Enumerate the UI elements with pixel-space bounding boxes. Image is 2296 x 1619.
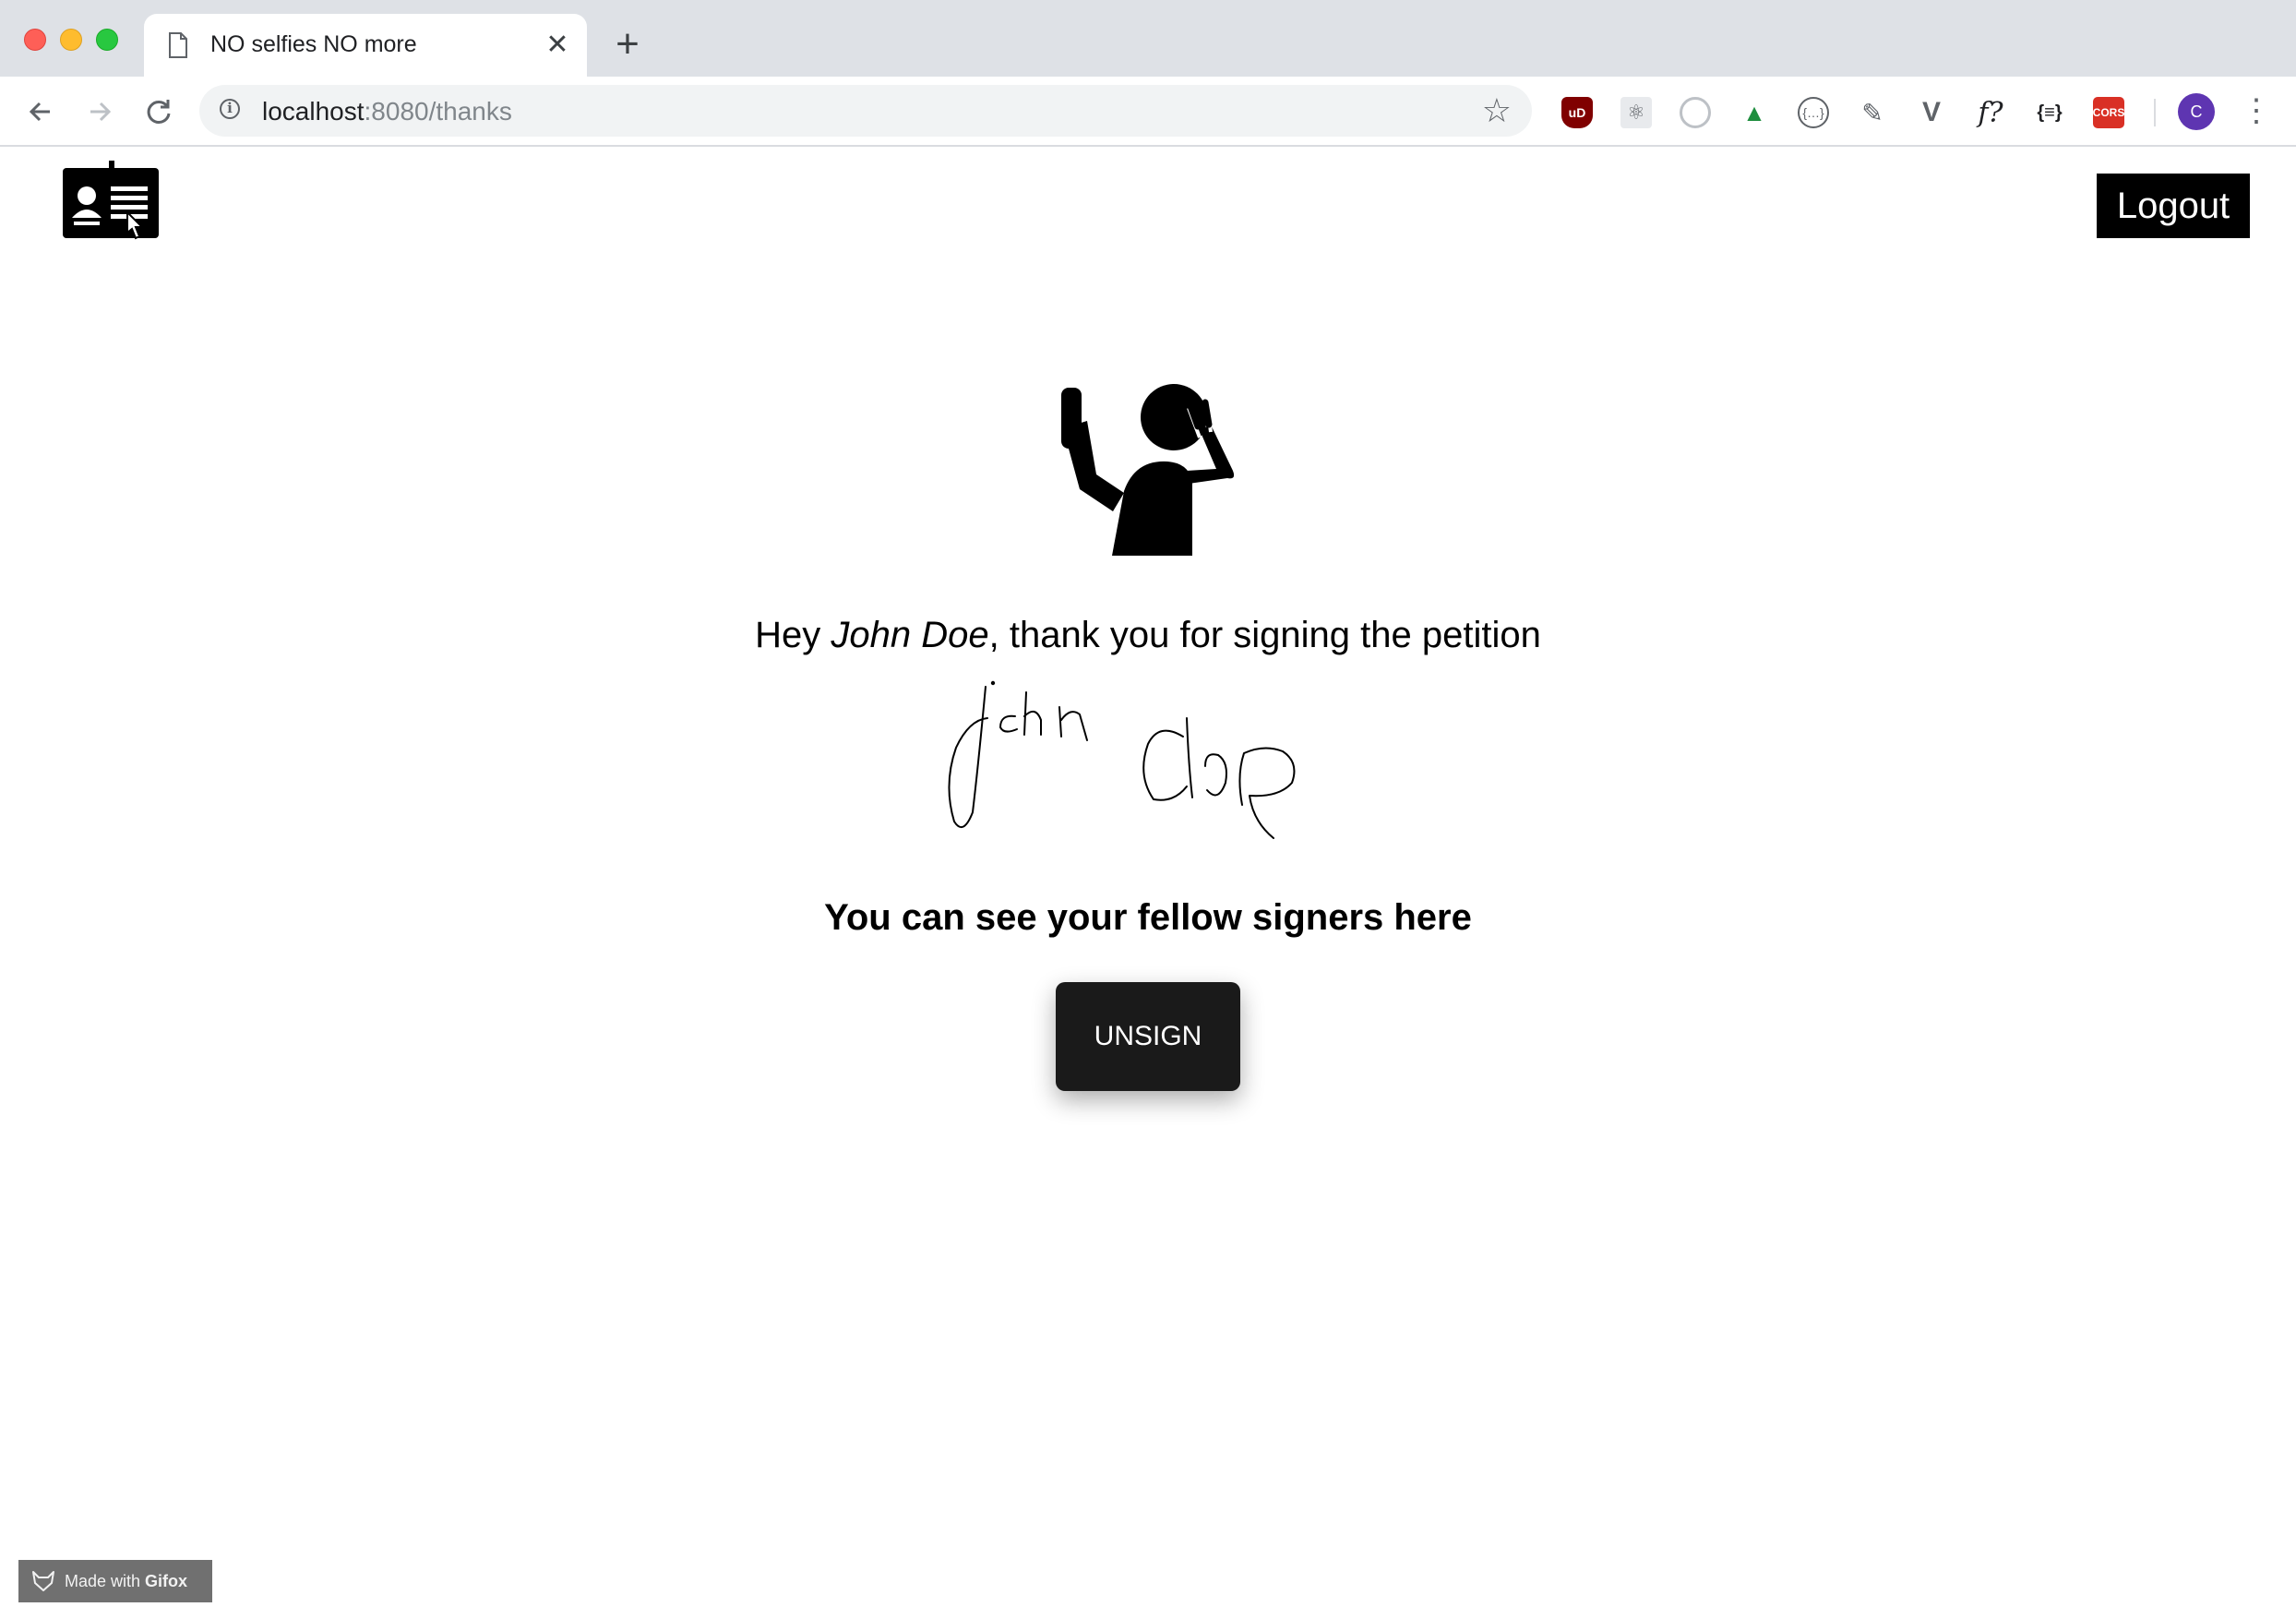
logout-button[interactable]: Logout [2097,174,2250,238]
browser-titlebar: NO selfies NO more ✕ + [0,0,2296,77]
new-tab-button[interactable]: + [609,24,646,65]
profile-avatar[interactable]: C [2178,93,2215,130]
window-close-button[interactable] [24,29,46,51]
circle-extension-icon[interactable] [1680,97,1711,128]
url-text[interactable]: localhost:8080/thanks [262,97,512,126]
cors-extension-icon[interactable]: CORS [2093,97,2124,128]
reload-button[interactable] [140,93,177,130]
back-button[interactable] [22,93,59,130]
gifox-watermark: Made with Gifox [18,1560,212,1602]
react-devtools-extension-icon[interactable]: ⚛ [1620,97,1652,128]
toolbar-divider [2154,99,2156,126]
green-extension-icon[interactable]: ▲ [1739,97,1770,128]
forward-button[interactable] [81,93,118,130]
id-card-logo-icon[interactable] [63,161,159,242]
arrow-left-icon [29,102,50,122]
browser-toolbar: i localhost:8080/thanks ☆ uD ⚛ ▲ {…} ✎ V… [0,77,2296,147]
window-maximize-button[interactable] [96,29,118,51]
arrow-right-icon [90,102,112,122]
signature-image [948,680,1296,839]
json-formatter-extension-icon[interactable]: {≡} [2034,97,2065,128]
fox-icon [32,1571,54,1591]
signer-name: John Doe [831,615,989,655]
fellow-signers-link[interactable]: You can see your fellow signers here [0,897,2296,939]
info-icon[interactable]: i [220,99,240,119]
browser-tab[interactable]: NO selfies NO more ✕ [144,14,587,77]
reload-icon [147,100,171,124]
browser-menu-icon[interactable]: ⋮ [2241,91,2272,130]
selfie-person-icon [1061,384,1235,556]
vue-devtools-extension-icon[interactable]: V [1916,97,1947,128]
tab-title: NO selfies NO more [210,31,417,57]
document-icon [169,32,187,58]
ublock-extension-icon[interactable]: uD [1561,97,1593,128]
thank-you-message: Hey John Doe, thank you for signing the … [755,615,1541,655]
font-finder-extension-icon[interactable]: f? [1975,97,2006,129]
tab-close-icon[interactable]: ✕ [543,30,572,60]
bookmark-star-icon[interactable]: ☆ [1482,92,1512,129]
address-bar[interactable]: i localhost:8080/thanks ☆ [199,85,1532,137]
window-minimize-button[interactable] [60,29,82,51]
color-picker-extension-icon[interactable]: ✎ [1857,97,1888,128]
unsign-button[interactable]: UNSIGN [1056,982,1240,1091]
json-viewer-extension-icon[interactable]: {…} [1798,97,1829,128]
